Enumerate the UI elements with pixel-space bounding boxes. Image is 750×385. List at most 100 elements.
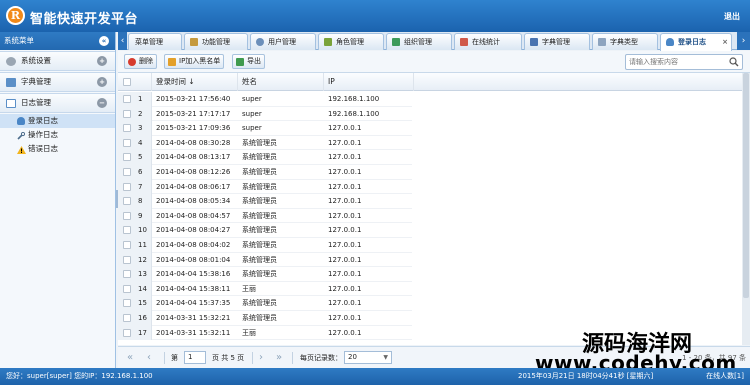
tab-menu[interactable]: 菜单管理 [128,33,182,50]
row-checkbox[interactable] [123,328,131,337]
tab-user[interactable]: 用户管理 [250,33,316,50]
column-header-name[interactable]: 姓名 [238,73,324,91]
search-input[interactable] [626,55,728,69]
search-icon[interactable] [729,57,739,67]
table-row[interactable]: 4 2014-04-08 08:30:28 系统管理员 127.0.0.1 [118,135,742,151]
scrollbar-thumb[interactable] [743,73,749,298]
row-checkbox[interactable] [123,124,131,133]
last-page-icon[interactable]: » [276,352,282,364]
row-checkbox[interactable] [123,153,131,162]
row-number: 13 [138,270,147,279]
table-row[interactable]: 13 2014-04-04 15:38:16 系统管理员 127.0.0.1 [118,267,742,282]
tab-scroll-left-icon[interactable]: ‹ [118,32,127,50]
sidebar-group-log[interactable]: 日志管理 − [0,93,115,113]
row-checkbox[interactable] [123,270,131,279]
table-row[interactable]: 14 2014-04-04 15:38:11 王丽 127.0.0.1 [118,281,742,297]
table-row[interactable]: 7 2014-04-08 08:06:17 系统管理员 127.0.0.1 [118,179,742,195]
table-row[interactable]: 2 2015-03-21 17:17:17 super 192.168.1.100 [118,106,742,122]
page-size-select[interactable]: 20 ▼ [344,351,392,364]
table-row[interactable]: 9 2014-04-08 08:04:57 系统管理员 127.0.0.1 [118,208,742,224]
table-row[interactable]: 8 2014-04-08 08:05:34 系统管理员 127.0.0.1 [118,194,742,209]
tab-function[interactable]: 功能管理 [184,33,248,50]
pager-divider [164,352,165,364]
table-row[interactable]: 11 2014-04-08 08:04:02 系统管理员 127.0.0.1 [118,238,742,253]
cell-ip: 127.0.0.1 [328,255,362,264]
status-bar: 您好：super[super] 您的IP：192.168.1.100 2015年… [0,368,750,385]
cell-name: 系统管理员 [242,270,277,279]
tab-scroll-right-icon[interactable]: › [737,32,750,50]
sidebar-item-operation-log[interactable]: 操作日志 [0,128,115,142]
export-button[interactable]: 导出 [232,54,265,69]
tab-label: 登录日志 [678,38,706,46]
cell-ip: 127.0.0.1 [328,226,362,235]
cell-name: 系统管理员 [242,197,277,206]
page-number-input[interactable]: 1 [184,351,206,364]
row-checkbox[interactable] [123,226,131,235]
prev-page-icon[interactable]: ‹ [147,352,151,364]
puzzle-icon [324,38,332,46]
select-all-checkbox[interactable] [123,78,131,86]
delete-icon [128,58,136,66]
tab-dict[interactable]: 字典管理 [524,33,590,50]
sidebar-group-dict[interactable]: 字典管理 + [0,72,115,92]
pager-divider [292,352,293,364]
row-number: 5 [138,153,143,162]
column-header-ip[interactable]: IP [324,73,414,91]
ip-blacklist-button[interactable]: IP加入黑名单 [164,54,225,69]
table-row[interactable]: 3 2015-03-21 17:09:36 super 127.0.0.1 [118,121,742,136]
tab-role[interactable]: 角色管理 [318,33,384,50]
row-number: 6 [138,168,143,176]
table-row[interactable]: 12 2014-04-08 08:01:04 系统管理员 127.0.0.1 [118,252,742,268]
row-number: 2 [138,109,143,118]
delete-button[interactable]: 删除 [124,54,157,69]
export-label: 导出 [247,57,261,65]
org-icon [392,38,400,46]
first-page-icon[interactable]: « [127,352,133,364]
row-checkbox[interactable] [123,284,131,293]
row-number: 9 [138,211,143,220]
row-checkbox[interactable] [123,138,131,147]
row-checkbox[interactable] [123,314,131,322]
cell-login-time: 2014-04-04 15:38:11 [156,284,231,293]
table-row[interactable]: 5 2014-04-08 08:13:17 系统管理员 127.0.0.1 [118,150,742,165]
column-header-login-time[interactable]: 登录时间 ↓ [152,73,238,91]
cell-ip: 127.0.0.1 [328,299,362,308]
app-header: R 智能快速开发平台 退出 [0,0,750,32]
row-checkbox[interactable] [123,211,131,220]
tab-org[interactable]: 组织管理 [386,33,452,50]
table-row[interactable]: 6 2014-04-08 08:12:26 系统管理员 127.0.0.1 [118,165,742,180]
row-checkbox[interactable] [123,299,131,308]
tab-online-stats[interactable]: 在线统计 [454,33,522,50]
cell-login-time: 2014-04-08 08:04:02 [156,241,231,249]
close-tab-icon[interactable]: × [722,34,728,50]
expand-icon[interactable]: + [97,77,107,87]
table-row[interactable]: 15 2014-04-04 15:37:35 系统管理员 127.0.0.1 [118,296,742,311]
collapse-icon[interactable]: − [97,98,107,108]
row-checkbox[interactable] [123,197,131,206]
sidebar-item-login-log[interactable]: 登录日志 [0,114,115,128]
sidebar-item-error-log[interactable]: 错误日志 [0,142,115,156]
expand-icon[interactable]: + [97,56,107,66]
cell-name: super [242,124,262,133]
logout-link[interactable]: 退出 [724,11,740,22]
blacklist-icon [168,58,176,66]
cell-ip: 127.0.0.1 [328,284,362,293]
tab-label: 用户管理 [268,38,296,46]
sidebar-group-system-settings[interactable]: 系统设置 + [0,51,115,71]
table-row[interactable]: 16 2014-03-31 15:32:21 系统管理员 127.0.0.1 [118,311,742,326]
collapse-sidebar-icon[interactable]: « [99,36,109,46]
tab-dict-type[interactable]: 字典类型 [592,33,658,50]
table-row[interactable]: 1 2015-03-21 17:56:40 super 192.168.1.100 [118,92,742,107]
row-checkbox[interactable] [123,168,131,176]
row-checkbox[interactable] [123,241,131,249]
next-page-icon[interactable]: › [259,352,263,364]
row-number: 8 [138,197,143,206]
row-checkbox[interactable] [123,109,131,118]
row-checkbox[interactable] [123,95,131,103]
table-row[interactable]: 10 2014-04-08 08:04:27 系统管理员 127.0.0.1 [118,223,742,238]
tab-label: 字典管理 [542,38,570,46]
row-checkbox[interactable] [123,255,131,264]
grid-scrollbar[interactable] [742,73,750,345]
tab-login-log[interactable]: 登录日志 × [660,33,732,51]
row-checkbox[interactable] [123,182,131,191]
